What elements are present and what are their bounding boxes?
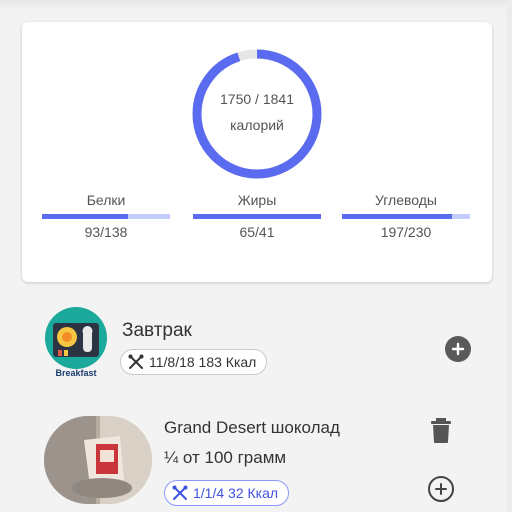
macro-progress-bar: [193, 214, 321, 219]
breakfast-logo: Breakfast: [45, 307, 107, 378]
add-portion-button[interactable]: [428, 476, 454, 502]
calorie-unit: калорий: [230, 117, 284, 133]
svg-text:Breakfast: Breakfast: [55, 368, 96, 378]
macro-value: 197/230: [380, 224, 432, 240]
food-photo: [44, 416, 152, 504]
meal-breakfast[interactable]: Breakfast Завтрак 11/8/18 183 Ккал: [44, 306, 484, 382]
add-food-button[interactable]: [445, 336, 471, 362]
chip-label: 1/1/4 32 Ккал: [193, 485, 279, 501]
macro-carbs: Углеводы 197/230: [342, 190, 470, 241]
macro-progress-bar: [42, 214, 170, 219]
macro-fat: Жиры 65/41: [193, 190, 321, 241]
cutlery-icon: [128, 354, 144, 369]
daily-summary-card: 1750 / 1841 калорий Белки 93/138 Жиры 65…: [22, 22, 492, 282]
add-outline-icon: [435, 483, 447, 495]
macro-value: 93/138: [84, 224, 128, 240]
chip-label: 11/8/18 183 Ккал: [149, 354, 257, 370]
macro-name: Углеводы: [374, 192, 437, 208]
food-item[interactable]: Grand Desert шоколад ¼ от 100 грамм 1/1/…: [44, 414, 484, 512]
food-nutrition-chip[interactable]: 1/1/4 32 Ккал: [164, 480, 290, 506]
cutlery-icon: [172, 485, 188, 500]
add-circle-icon: [451, 342, 465, 356]
top-edge: [0, 0, 512, 10]
macro-progress-bar: [342, 214, 470, 219]
food-portion: ¼ от 100 грамм: [164, 448, 287, 467]
meal-title: Завтрак: [122, 320, 192, 341]
calorie-ring-text: 1750 / 1841 калорий: [189, 46, 325, 182]
scrollbar-track[interactable]: [506, 0, 512, 512]
food-name: Grand Desert шоколад: [164, 418, 340, 437]
macro-protein: Белки 93/138: [42, 190, 170, 241]
trash-icon[interactable]: [430, 418, 452, 444]
calorie-value: 1750 / 1841: [220, 91, 294, 107]
macro-name: Жиры: [237, 192, 277, 208]
macro-value: 65/41: [239, 224, 275, 240]
macro-name: Белки: [86, 192, 126, 208]
meal-nutrition-chip[interactable]: 11/8/18 183 Ккал: [120, 349, 268, 375]
